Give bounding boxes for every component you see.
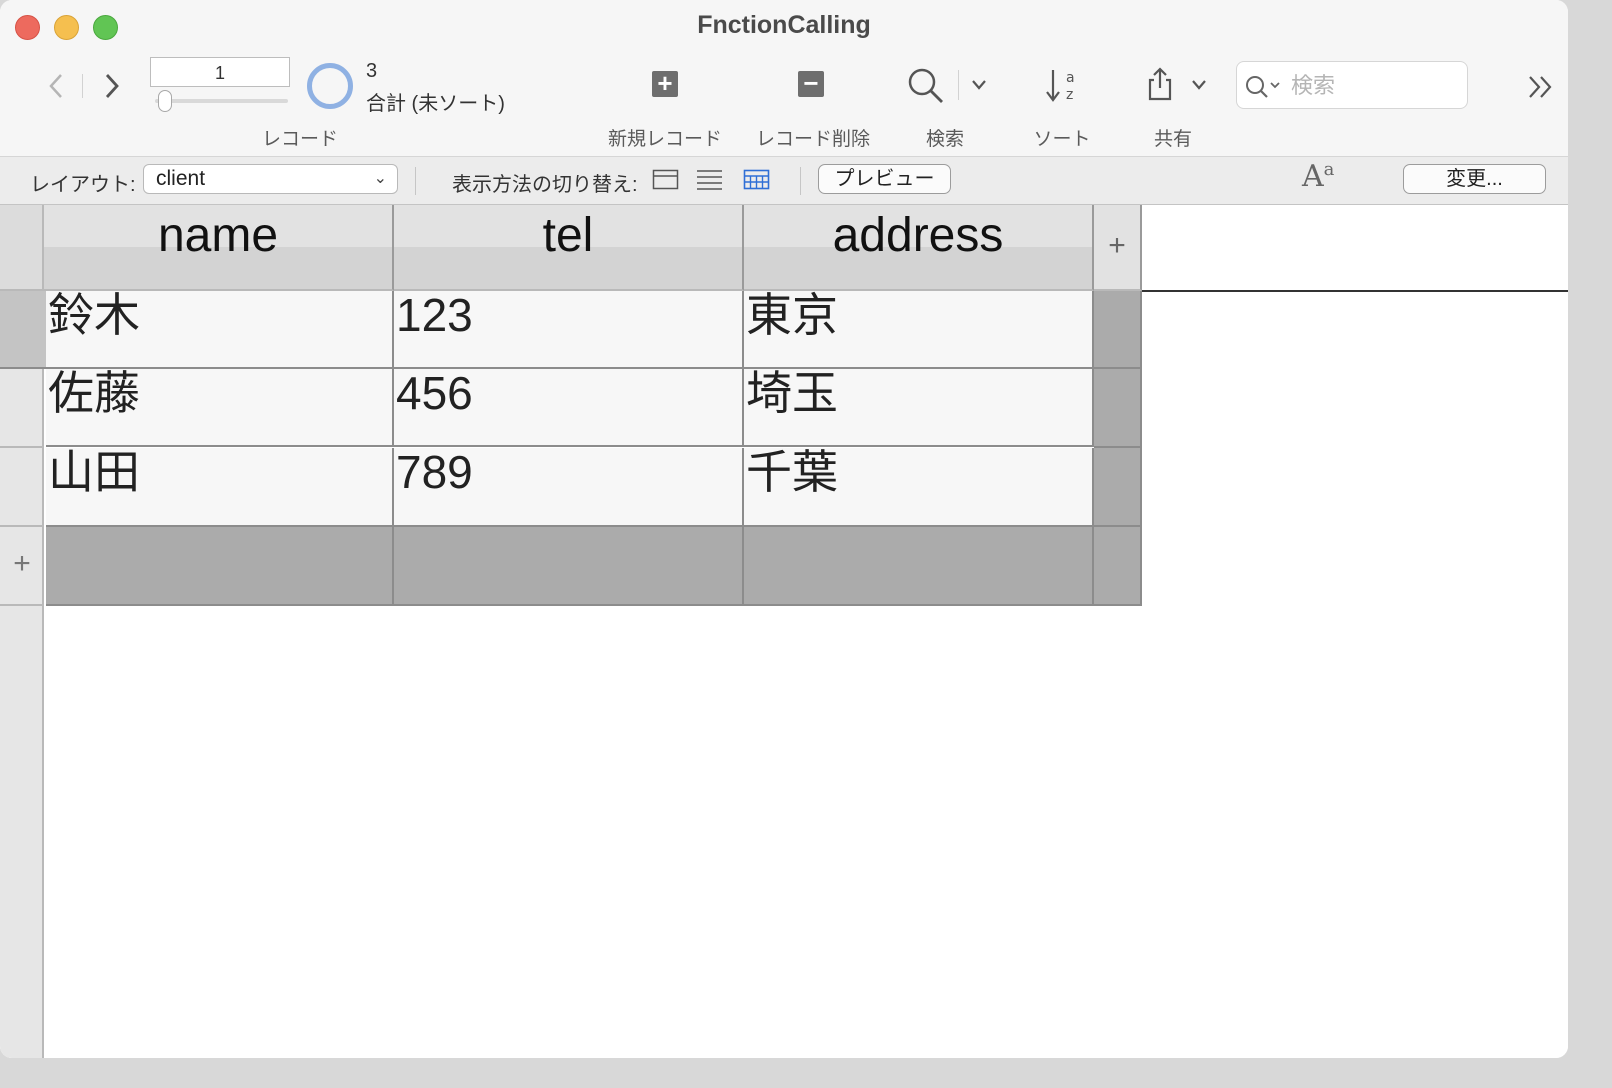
delete-record-button-label[interactable]: レコード削除 — [746, 124, 880, 151]
cell-name[interactable]: 佐藤 — [46, 369, 394, 447]
preview-button[interactable]: プレビュー — [818, 164, 951, 194]
layout-bar: レイアウト: client ⌄ 表示方法の切り替え: プレビュー Aa 変更..… — [0, 157, 1568, 205]
add-record-plus-icon[interactable]: + — [6, 547, 38, 581]
form-view-icon[interactable] — [652, 168, 680, 192]
cell-address[interactable]: 埼玉 — [744, 369, 1094, 447]
search-input[interactable] — [1289, 70, 1463, 102]
view-switch-label: 表示方法の切り替え: — [452, 174, 638, 196]
layout-select[interactable]: client ⌄ — [143, 164, 398, 194]
overflow-chevrons-icon[interactable] — [1526, 74, 1556, 100]
record-label: レコード — [261, 129, 338, 150]
svg-text:a: a — [1066, 70, 1075, 86]
nav-divider — [82, 74, 83, 98]
total-record-count: 3 — [366, 60, 378, 82]
column-header-tel[interactable]: tel — [394, 205, 744, 291]
window-title: FnctionCalling — [697, 11, 871, 39]
plus-square-icon[interactable]: + — [652, 70, 678, 97]
new-record-cell[interactable] — [744, 527, 1094, 606]
back-chevron-icon[interactable] — [46, 72, 66, 100]
new-record-button-label[interactable]: 新規レコード — [600, 124, 730, 151]
layout-label: レイアウト: — [30, 174, 136, 196]
new-record-cell[interactable] — [394, 527, 744, 606]
row-gutter-selected[interactable] — [0, 291, 46, 369]
sort-az-icon[interactable]: a z — [1044, 66, 1078, 104]
cell-address[interactable]: 千葉 — [744, 448, 1094, 527]
new-record-cell[interactable] — [46, 527, 394, 606]
cell-name[interactable]: 山田 — [46, 448, 394, 527]
row-gutter-item[interactable] — [0, 448, 44, 527]
record-slider-track[interactable] — [155, 99, 288, 103]
minus-square-icon[interactable]: − — [798, 70, 824, 97]
toolbar: FnctionCalling 1 レコード 3 合計 (未ソート) + 新規レコ… — [0, 0, 1568, 157]
svg-text:z: z — [1066, 87, 1073, 103]
row-spacer-cell — [1094, 369, 1142, 448]
total-record-label: 合計 (未ソート) — [366, 93, 505, 115]
add-field-column[interactable]: + — [1094, 205, 1142, 291]
sort-button-label[interactable]: ソート — [1024, 124, 1100, 151]
search-field[interactable] — [1236, 61, 1468, 109]
forward-chevron-icon[interactable] — [102, 72, 122, 100]
current-record-field[interactable]: 1 — [150, 57, 290, 87]
column-header-address[interactable]: address — [744, 205, 1094, 291]
cell-tel[interactable]: 123 — [394, 291, 744, 369]
record-progress-ring-icon — [307, 63, 353, 109]
table-view-icon[interactable] — [743, 168, 771, 192]
add-field-plus-icon[interactable]: + — [1108, 229, 1126, 262]
cell-tel[interactable]: 456 — [394, 369, 744, 447]
share-button-label[interactable]: 共有 — [1140, 124, 1206, 151]
record-slider-knob[interactable] — [158, 90, 172, 112]
header-baseline — [1142, 290, 1568, 292]
find-menu-chevron-down-icon[interactable] — [970, 78, 988, 92]
chevron-down-icon: ⌄ — [373, 170, 387, 187]
change-button[interactable]: 変更... — [1403, 164, 1546, 194]
table-view: + name tel address + 鈴木 123 東京 佐藤 456 埼玉… — [0, 205, 1568, 1058]
share-menu-chevron-down-icon[interactable] — [1190, 78, 1208, 92]
find-divider — [958, 70, 959, 100]
search-icon — [1246, 76, 1280, 98]
cell-name[interactable]: 鈴木 — [46, 291, 394, 369]
corner-cell — [0, 205, 44, 291]
row-spacer-cell — [1094, 448, 1142, 527]
row-gutter-item[interactable] — [0, 369, 44, 448]
cell-address[interactable]: 東京 — [744, 291, 1094, 369]
row-spacer-cell — [1094, 291, 1142, 369]
layoutbar-divider-2 — [800, 167, 801, 195]
cell-tel[interactable]: 789 — [394, 448, 744, 527]
layout-select-value: client — [156, 167, 206, 190]
share-icon[interactable] — [1146, 66, 1174, 102]
new-record-cell[interactable] — [1094, 527, 1142, 606]
text-size-icon[interactable]: Aa — [1302, 159, 1334, 194]
find-button-label[interactable]: 検索 — [910, 124, 980, 151]
app-window: FnctionCalling 1 レコード 3 合計 (未ソート) + 新規レコ… — [0, 0, 1568, 1058]
layoutbar-divider — [415, 167, 416, 195]
column-header-name[interactable]: name — [44, 205, 394, 291]
magnifier-icon[interactable] — [906, 66, 946, 106]
list-view-icon[interactable] — [696, 168, 724, 192]
